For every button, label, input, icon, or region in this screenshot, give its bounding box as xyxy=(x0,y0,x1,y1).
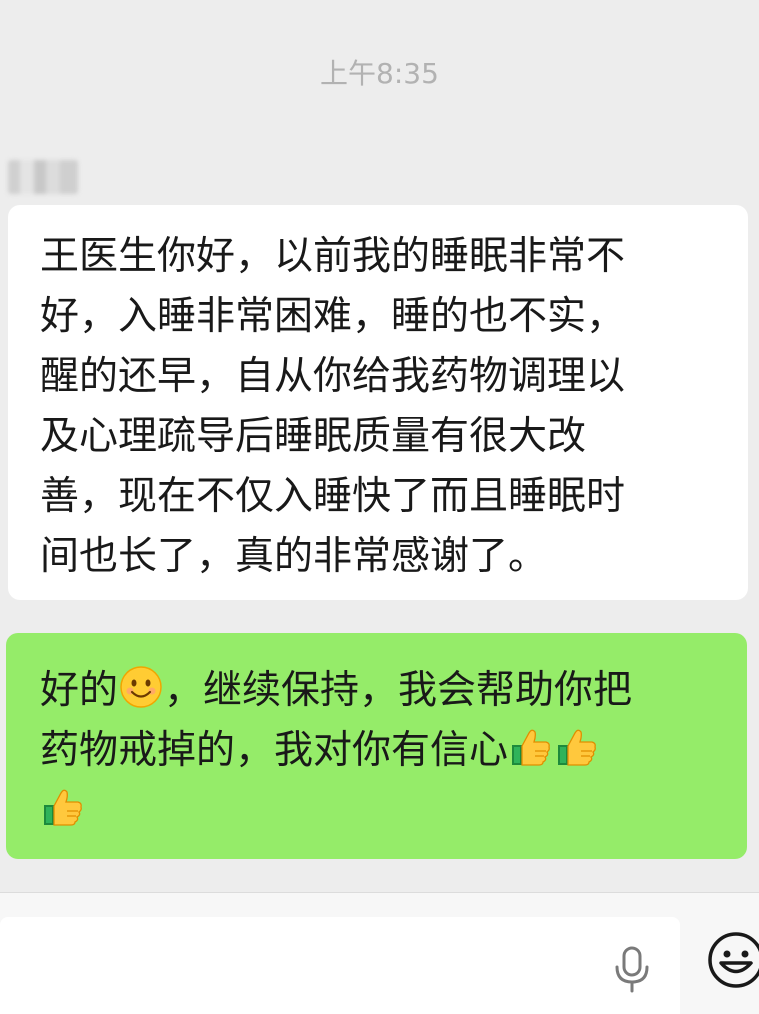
message-line: 好的 ，继续保持，我会帮助你把 xyxy=(40,661,717,721)
message-text: 好的 xyxy=(40,668,119,713)
message-line: 好，入睡非常困难，睡的也不实， xyxy=(40,294,626,339)
outgoing-message-bubble[interactable]: 好的 ，继续保持，我会帮助你把 药物戒掉的，我对你有信心 xyxy=(6,633,747,859)
message-line xyxy=(40,781,717,841)
message-text: 药物戒掉的，我对你有信心 xyxy=(40,728,509,773)
message-line: 王医生你好，以前我的睡眠非常不 xyxy=(40,234,626,279)
chat-timestamp: 上午8:35 xyxy=(320,57,439,90)
emoji-smile-icon[interactable] xyxy=(706,930,759,990)
smile-emoji-icon xyxy=(120,666,162,708)
microphone-icon[interactable] xyxy=(612,945,652,993)
thumbs-up-emoji-icon xyxy=(558,729,596,766)
message-text: ，继续保持，我会帮助你把 xyxy=(164,668,633,713)
input-bar xyxy=(0,892,759,1014)
incoming-message-bubble[interactable]: 王医生你好，以前我的睡眠非常不 好，入睡非常困难，睡的也不实， 醒的还早，自从你… xyxy=(8,205,748,600)
message-line: 药物戒掉的，我对你有信心 xyxy=(40,721,717,781)
message-line: 善，现在不仅入睡快了而且睡眠时 xyxy=(40,474,626,519)
message-line: 及心理疏导后睡眠质量有很大改 xyxy=(40,414,587,459)
message-line: 间也长了，真的非常感谢了。 xyxy=(40,534,548,579)
message-input[interactable] xyxy=(0,917,680,1014)
thumbs-up-emoji-icon xyxy=(512,729,550,766)
thumbs-up-emoji-icon xyxy=(44,789,82,826)
message-line: 醒的还早，自从你给我药物调理以 xyxy=(40,354,626,399)
sender-name-blurred xyxy=(8,160,78,194)
